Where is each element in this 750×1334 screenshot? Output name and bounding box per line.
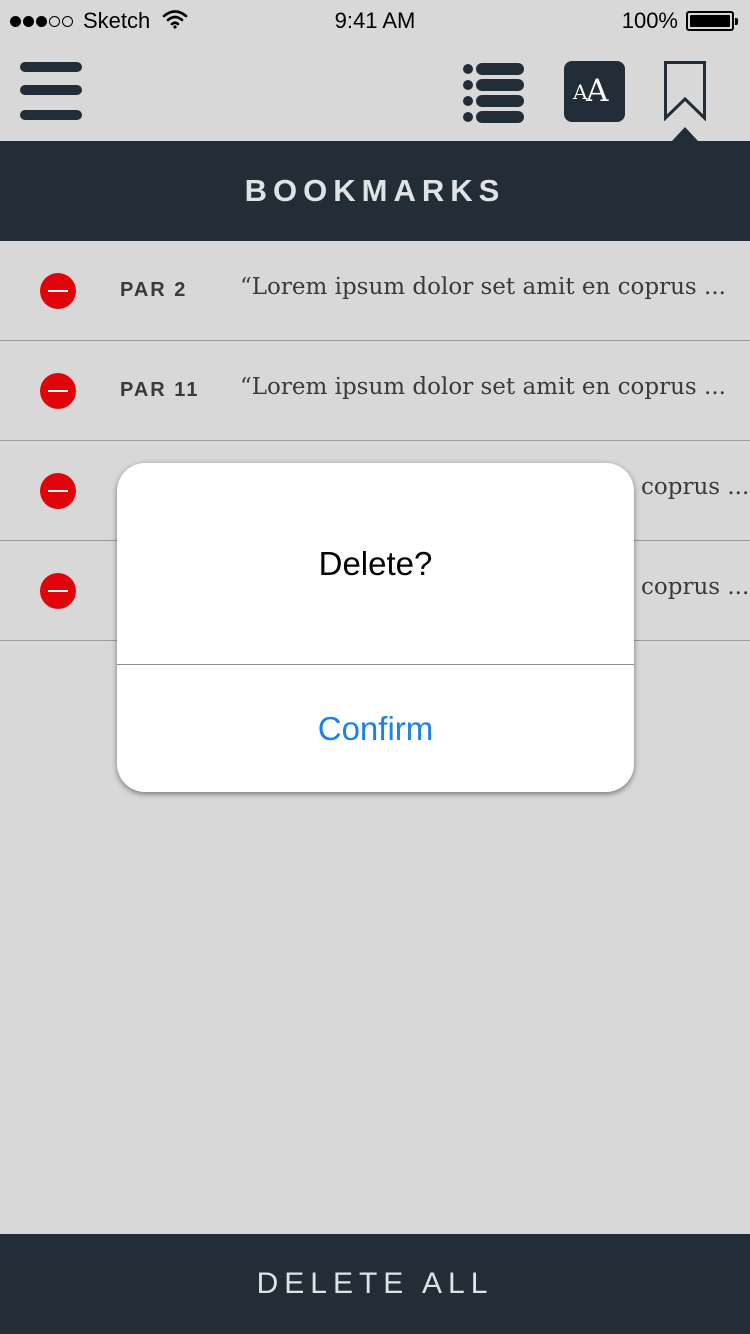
battery-percent: 100% xyxy=(621,8,678,33)
list-row xyxy=(461,79,525,91)
list-row xyxy=(461,111,525,123)
toolbar: A A xyxy=(0,40,750,141)
delete-all-button[interactable]: DELETE ALL xyxy=(0,1234,750,1334)
bookmark-excerpt: coprus ... xyxy=(641,474,750,500)
list-bar xyxy=(476,95,524,107)
confirm-button[interactable]: Confirm xyxy=(117,665,634,792)
list-bar xyxy=(476,111,524,123)
menu-line xyxy=(20,110,82,120)
list-icon[interactable] xyxy=(461,60,525,124)
list-dot xyxy=(463,112,473,122)
list-dot xyxy=(463,80,473,90)
delete-bookmark-button[interactable] xyxy=(40,273,76,309)
delete-dialog: Delete? Confirm xyxy=(117,463,634,792)
bookmark-excerpt: “Lorem ipsum dolor set amit en coprus ..… xyxy=(240,374,726,400)
list-row xyxy=(461,95,525,107)
list-dot xyxy=(463,64,473,74)
delete-bookmark-button[interactable] xyxy=(40,573,76,609)
list-item[interactable]: PAR 2 “Lorem ipsum dolor set amit en cop… xyxy=(0,241,750,341)
status-right: 100% xyxy=(621,8,738,34)
active-tab-pointer xyxy=(672,127,698,141)
list-item[interactable]: PAR 11 “Lorem ipsum dolor set amit en co… xyxy=(0,341,750,441)
bookmark-excerpt: “Lorem ipsum dolor set amit en coprus ..… xyxy=(240,274,726,300)
battery-fill xyxy=(690,15,730,27)
status-bar: Sketch 9:41 AM 100% xyxy=(0,0,750,40)
font-size-icon[interactable]: A A xyxy=(564,61,625,122)
hamburger-menu-icon[interactable] xyxy=(20,60,82,122)
bookmark-icon[interactable] xyxy=(664,61,706,121)
font-large-letter: A xyxy=(586,73,609,109)
battery-icon xyxy=(686,11,738,31)
list-dot xyxy=(463,96,473,106)
menu-line xyxy=(20,85,82,95)
bookmark-excerpt: coprus ... xyxy=(641,574,750,600)
menu-line xyxy=(20,62,82,72)
battery-nub xyxy=(735,18,738,25)
paragraph-label: PAR 2 xyxy=(120,279,188,301)
list-bar xyxy=(476,63,524,75)
delete-bookmark-button[interactable] xyxy=(40,473,76,509)
list-bar xyxy=(476,79,524,91)
paragraph-label: PAR 11 xyxy=(120,379,200,401)
page-title: BOOKMARKS xyxy=(0,141,750,241)
dialog-title: Delete? xyxy=(318,544,433,582)
delete-bookmark-button[interactable] xyxy=(40,373,76,409)
list-row xyxy=(461,63,525,75)
